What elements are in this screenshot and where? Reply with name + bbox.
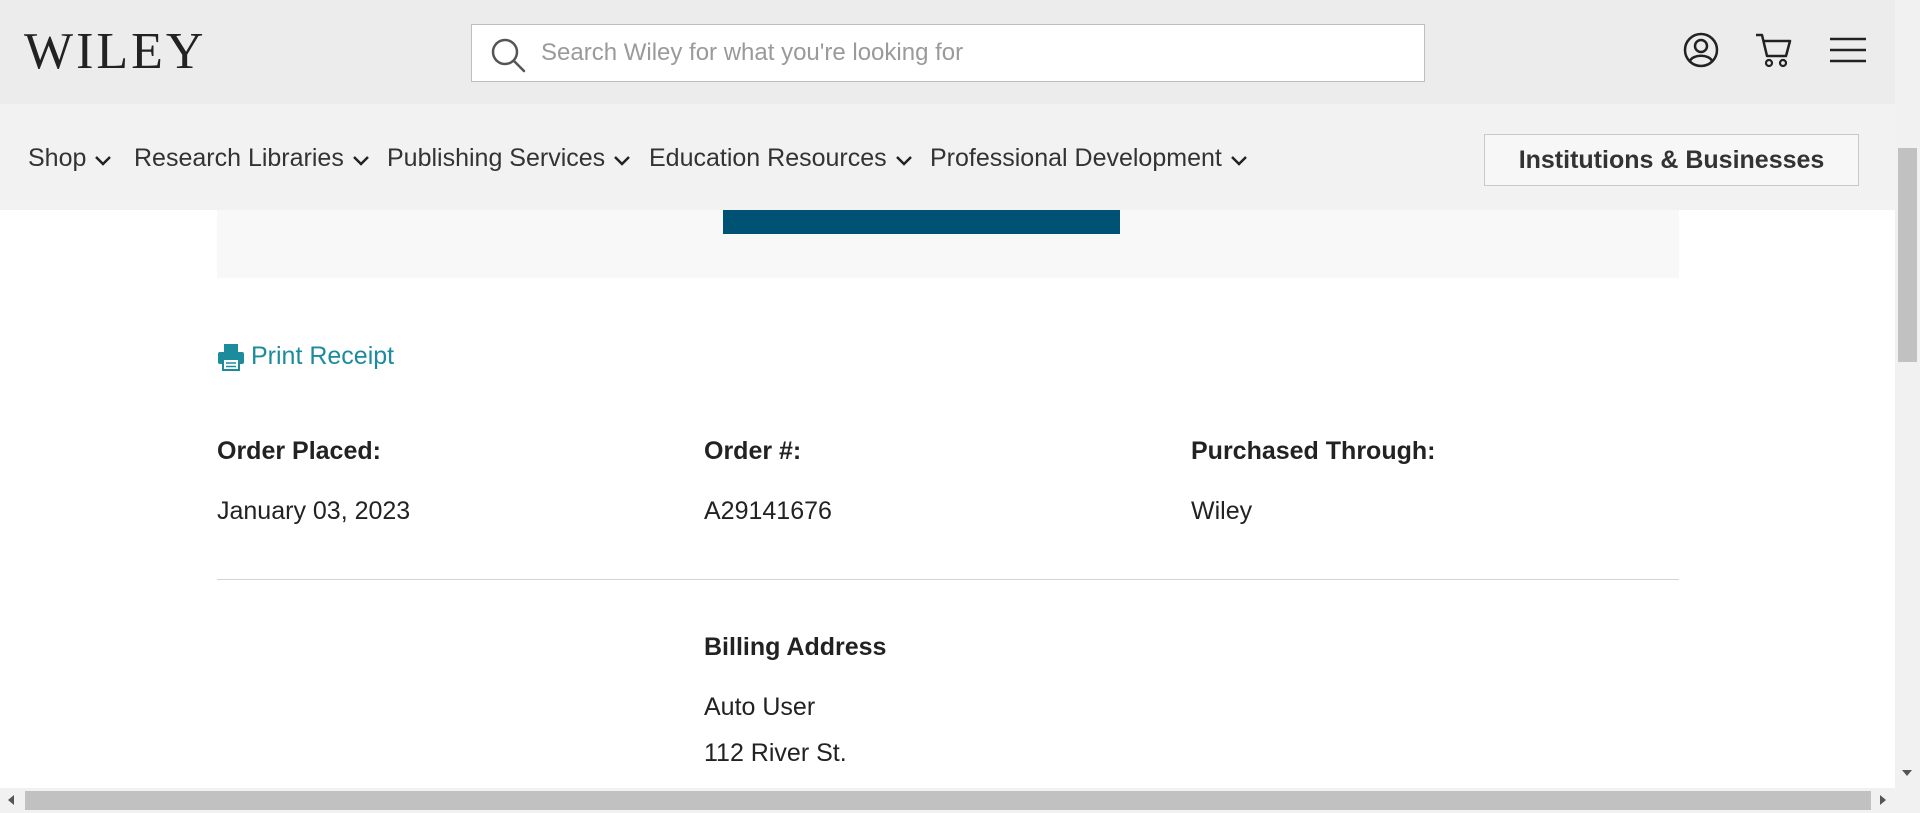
billing-street: 112 River St. [704, 739, 847, 767]
page-viewport: WILEY Shop [0, 0, 1895, 788]
wiley-logo[interactable]: WILEY [24, 22, 206, 82]
nav-item-professional-development[interactable]: Professional Development [930, 144, 1248, 173]
main-nav: Shop Research Libraries Publishing Servi… [0, 104, 1895, 210]
nav-item-label: Publishing Services [387, 144, 606, 172]
nav-item-label: Education Resources [649, 144, 887, 172]
billing-name: Auto User [704, 693, 816, 721]
order-number-value: A29141676 [704, 497, 832, 525]
vertical-scrollbar-thumb[interactable] [1898, 148, 1917, 362]
billing-address-title: Billing Address [704, 633, 887, 661]
primary-action-button[interactable] [723, 210, 1120, 234]
order-placed-label: Order Placed: [217, 437, 381, 465]
chevron-down-icon [95, 155, 112, 166]
chevron-down-icon [895, 155, 912, 166]
print-receipt-link[interactable]: Print Receipt [217, 342, 394, 371]
chevron-down-icon [1230, 155, 1247, 166]
order-number-label: Order #: [704, 437, 802, 465]
user-account-icon[interactable] [1681, 30, 1721, 70]
institutions-businesses-button[interactable]: Institutions & Businesses [1484, 134, 1859, 186]
nav-item-label: Shop [28, 144, 87, 172]
order-placed-value: January 03, 2023 [217, 497, 411, 525]
print-receipt-label: Print Receipt [251, 342, 395, 370]
scroll-left-arrow-icon[interactable] [8, 795, 14, 805]
search-input[interactable] [539, 25, 1399, 81]
purchased-through-value: Wiley [1191, 497, 1253, 525]
chevron-down-icon [614, 155, 631, 166]
horizontal-scrollbar-thumb[interactable] [25, 791, 1871, 810]
nav-item-label: Professional Development [930, 144, 1222, 172]
site-header: WILEY [0, 0, 1895, 104]
nav-item-label: Research Libraries [134, 144, 344, 172]
purchased-through-label: Purchased Through: [1191, 437, 1436, 465]
shopping-cart-icon[interactable] [1754, 30, 1794, 70]
section-divider [217, 579, 1679, 580]
hamburger-menu-icon[interactable] [1827, 30, 1869, 70]
horizontal-scrollbar[interactable] [0, 788, 1920, 813]
nav-item-shop[interactable]: Shop [28, 144, 112, 173]
printer-icon [218, 343, 244, 371]
scroll-right-arrow-icon[interactable] [1880, 795, 1886, 805]
vertical-scrollbar[interactable] [1895, 0, 1920, 788]
chevron-down-icon [352, 155, 369, 166]
scroll-down-arrow-icon[interactable] [1902, 770, 1912, 776]
nav-item-research-libraries[interactable]: Research Libraries [134, 144, 370, 173]
search-icon[interactable] [490, 37, 526, 73]
search-box [471, 24, 1425, 82]
nav-item-publishing-services[interactable]: Publishing Services [387, 144, 631, 173]
nav-item-education-resources[interactable]: Education Resources [649, 144, 913, 173]
